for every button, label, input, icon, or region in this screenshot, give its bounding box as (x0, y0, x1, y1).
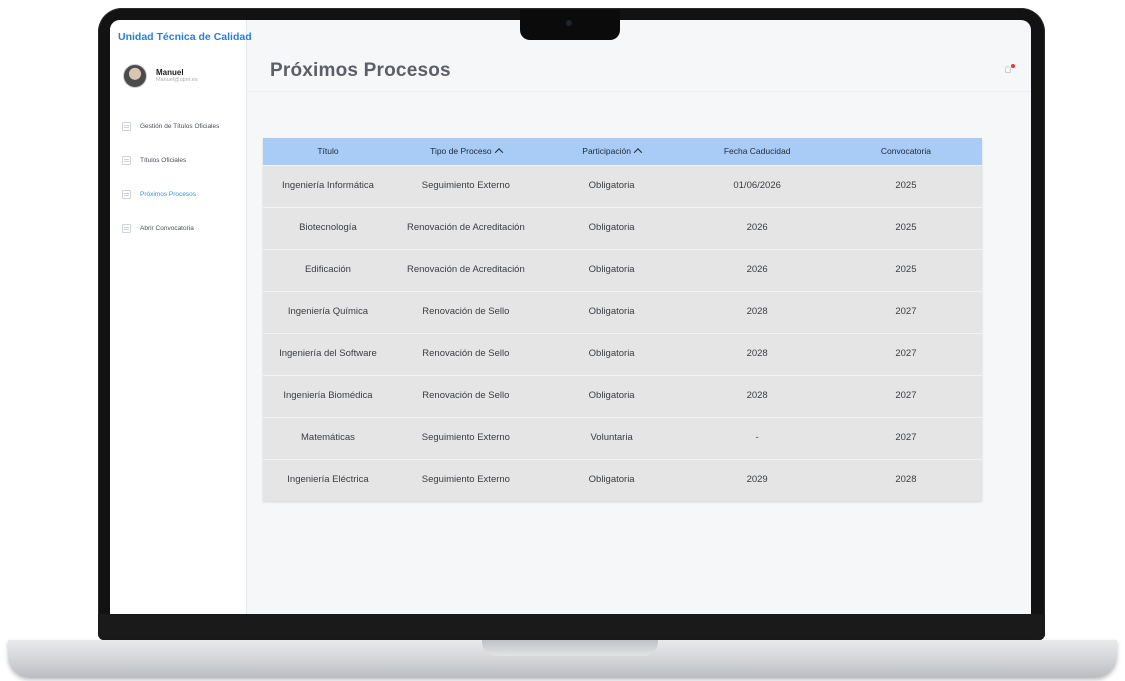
cell-tipo: Seguimiento Externo (392, 416, 539, 459)
cell-fecha: 2026 (684, 248, 830, 291)
cell-participacion: Voluntaria (538, 416, 685, 459)
cell-participacion: Obligatoria (538, 458, 685, 501)
cell-participacion: Obligatoria (538, 374, 685, 417)
user-name: Manuel (156, 68, 184, 78)
cell-tipo: Seguimiento Externo (392, 164, 539, 207)
cell-titulo: Matemáticas (263, 416, 393, 459)
processes-table: Título Tipo de Proceso Participación Fec… (263, 138, 982, 501)
column-header-fecha-caducidad[interactable]: Fecha Caducidad (684, 138, 829, 165)
cell-participacion: Obligatoria (538, 290, 685, 333)
document-icon (122, 155, 131, 165)
header-divider (246, 91, 1031, 92)
sidebar-item-label: Próximos Procesos (140, 190, 196, 198)
document-icon (122, 189, 131, 199)
cell-convocatoria: 2027 (829, 416, 982, 459)
cell-convocatoria: 2028 (829, 458, 982, 501)
cell-tipo: Renovación de Acreditación (392, 206, 539, 249)
cell-fecha: 2029 (684, 458, 830, 501)
table-header-row: Título Tipo de Proceso Participación Fec… (263, 138, 982, 165)
table-row[interactable]: Ingeniería Biomédica Renovación de Sello… (263, 374, 982, 417)
cell-fecha: 2028 (684, 374, 830, 417)
cell-titulo: Ingeniería Biomédica (263, 374, 393, 417)
sidebar-item-label: Gestión de Títulos Oficiales (140, 122, 220, 130)
document-icon (122, 223, 131, 233)
laptop-opening-notch (482, 640, 658, 656)
camera-icon (566, 20, 572, 26)
sidebar-item-label: Títulos Oficiales (140, 156, 187, 164)
brand-title: Unidad Técnica de Calidad (118, 31, 252, 43)
sidebar-item-proximos-procesos[interactable]: Próximos Procesos (122, 177, 246, 211)
cell-convocatoria: 2025 (829, 206, 982, 249)
notification-badge (1011, 64, 1015, 68)
table-row[interactable]: Ingeniería Informática Seguimiento Exter… (263, 164, 982, 207)
table-row[interactable]: Ingeniería Eléctrica Seguimiento Externo… (263, 458, 982, 501)
sidebar-item-gestion-titulos[interactable]: Gestión de Títulos Oficiales (122, 109, 246, 143)
cell-participacion: Obligatoria (538, 332, 685, 375)
cell-titulo: Ingeniería Eléctrica (263, 458, 393, 501)
cell-titulo: Ingeniería Informática (263, 164, 393, 207)
cell-tipo: Seguimiento Externo (392, 458, 539, 501)
app-window: Unidad Técnica de Calidad Manuel Manuel@… (110, 20, 1031, 615)
bell-icon (1005, 66, 1011, 73)
cell-fecha: 2028 (684, 290, 830, 333)
chevron-up-icon[interactable] (633, 148, 643, 157)
document-icon (122, 121, 131, 131)
cell-convocatoria: 2025 (829, 248, 982, 291)
cell-fecha: 2026 (684, 206, 830, 249)
column-header-convocatoria[interactable]: Convocatoria (830, 138, 982, 165)
table-row[interactable]: Matemáticas Seguimiento Externo Voluntar… (263, 416, 982, 459)
table-row[interactable]: Edificación Renovación de Acreditación O… (263, 248, 982, 291)
cell-titulo: Biotecnología (263, 206, 393, 249)
cell-tipo: Renovación de Sello (392, 290, 539, 333)
user-profile[interactable]: Manuel Manuel@upm.es (123, 64, 198, 88)
cell-participacion: Obligatoria (538, 248, 685, 291)
cell-tipo: Renovación de Sello (392, 332, 539, 375)
cell-convocatoria: 2027 (829, 332, 982, 375)
cell-convocatoria: 2027 (829, 374, 982, 417)
table-row[interactable]: Ingeniería del Software Renovación de Se… (263, 332, 982, 375)
cell-participacion: Obligatoria (538, 164, 685, 207)
cell-convocatoria: 2027 (829, 290, 982, 333)
notification-button[interactable] (1005, 64, 1015, 74)
cell-fecha: 01/06/2026 (684, 164, 830, 207)
user-email: Manuel@upm.es (156, 77, 198, 84)
cell-convocatoria: 2025 (829, 164, 982, 207)
cell-fecha: 2028 (684, 332, 830, 375)
avatar (123, 64, 147, 88)
cell-titulo: Ingeniería del Software (263, 332, 393, 375)
table-row[interactable]: Ingeniería Química Renovación de Sello O… (263, 290, 982, 333)
cell-tipo: Renovación de Acreditación (392, 248, 539, 291)
sidebar-item-abrir-convocatoria[interactable]: Abrir Convocatoria (122, 211, 246, 245)
sidebar-nav: Gestión de Títulos Oficiales Títulos Ofi… (122, 109, 246, 245)
cell-fecha: - (684, 416, 830, 459)
page-title: Próximos Procesos (270, 60, 451, 81)
sidebar-item-titulos-oficiales[interactable]: Títulos Oficiales (122, 143, 246, 177)
cell-titulo: Ingeniería Química (263, 290, 393, 333)
table-row[interactable]: Biotecnología Renovación de Acreditación… (263, 206, 982, 249)
sidebar: Unidad Técnica de Calidad Manuel Manuel@… (110, 20, 252, 615)
column-header-tipo-proceso[interactable]: Tipo de Proceso (393, 138, 539, 165)
laptop-chin (98, 614, 1045, 640)
column-header-titulo[interactable]: Título (263, 138, 393, 165)
sidebar-item-label: Abrir Convocatoria (140, 224, 194, 232)
chevron-up-icon[interactable] (494, 148, 503, 157)
cell-participacion: Obligatoria (538, 206, 685, 249)
cell-titulo: Edificación (263, 248, 393, 291)
cell-tipo: Renovación de Sello (392, 374, 539, 417)
column-header-participacion[interactable]: Participación (539, 138, 685, 165)
